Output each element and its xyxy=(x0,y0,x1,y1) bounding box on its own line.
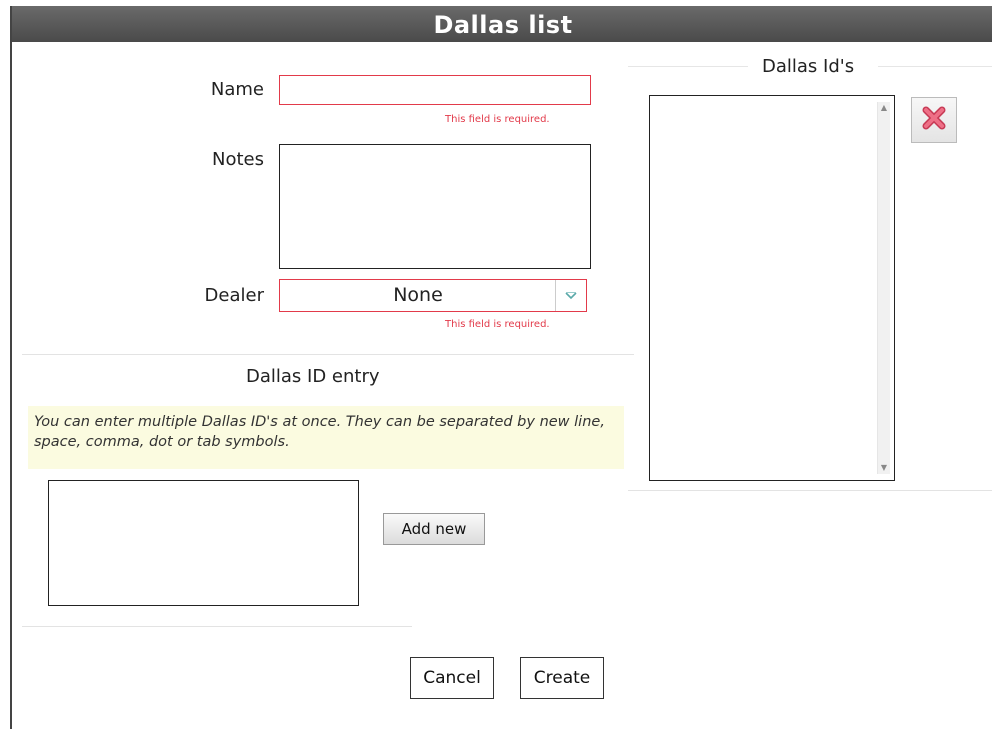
entry-hint: You can enter multiple Dallas ID's at on… xyxy=(28,406,624,469)
dialog-title: Dallas list xyxy=(12,6,992,42)
name-input[interactable] xyxy=(279,75,591,105)
chevron-down-icon[interactable] xyxy=(555,280,586,311)
dialog: Dallas list Name This field is required.… xyxy=(10,6,992,729)
section-divider xyxy=(22,354,634,355)
scroll-up-icon[interactable]: ▲ xyxy=(878,102,890,114)
footer-divider xyxy=(22,626,412,627)
dallas-ids-list[interactable]: ▲ ▼ xyxy=(649,95,895,481)
delete-id-button[interactable] xyxy=(911,97,957,143)
notes-label: Notes xyxy=(212,149,264,170)
cancel-button[interactable]: Cancel xyxy=(410,657,494,699)
scroll-down-icon[interactable]: ▼ xyxy=(878,462,890,474)
dealer-selected-value: None xyxy=(393,284,443,306)
ids-fieldset-border-left xyxy=(628,66,748,67)
ids-panel-divider xyxy=(628,490,992,491)
notes-textarea[interactable] xyxy=(279,144,591,269)
create-button[interactable]: Create xyxy=(520,657,604,699)
dealer-error: This field is required. xyxy=(445,319,550,330)
entry-section-title: Dallas ID entry xyxy=(246,366,380,387)
name-error: This field is required. xyxy=(445,114,550,125)
close-x-icon xyxy=(921,105,947,135)
name-label: Name xyxy=(210,79,264,100)
ids-list-scrollbar[interactable]: ▲ ▼ xyxy=(877,102,890,474)
dealer-select[interactable]: None xyxy=(279,279,587,312)
dallas-id-textarea[interactable] xyxy=(48,480,359,606)
ids-fieldset-border-right xyxy=(878,66,992,67)
ids-panel-title: Dallas Id's xyxy=(762,56,855,77)
dealer-label: Dealer xyxy=(204,285,264,306)
add-new-button[interactable]: Add new xyxy=(383,513,485,545)
